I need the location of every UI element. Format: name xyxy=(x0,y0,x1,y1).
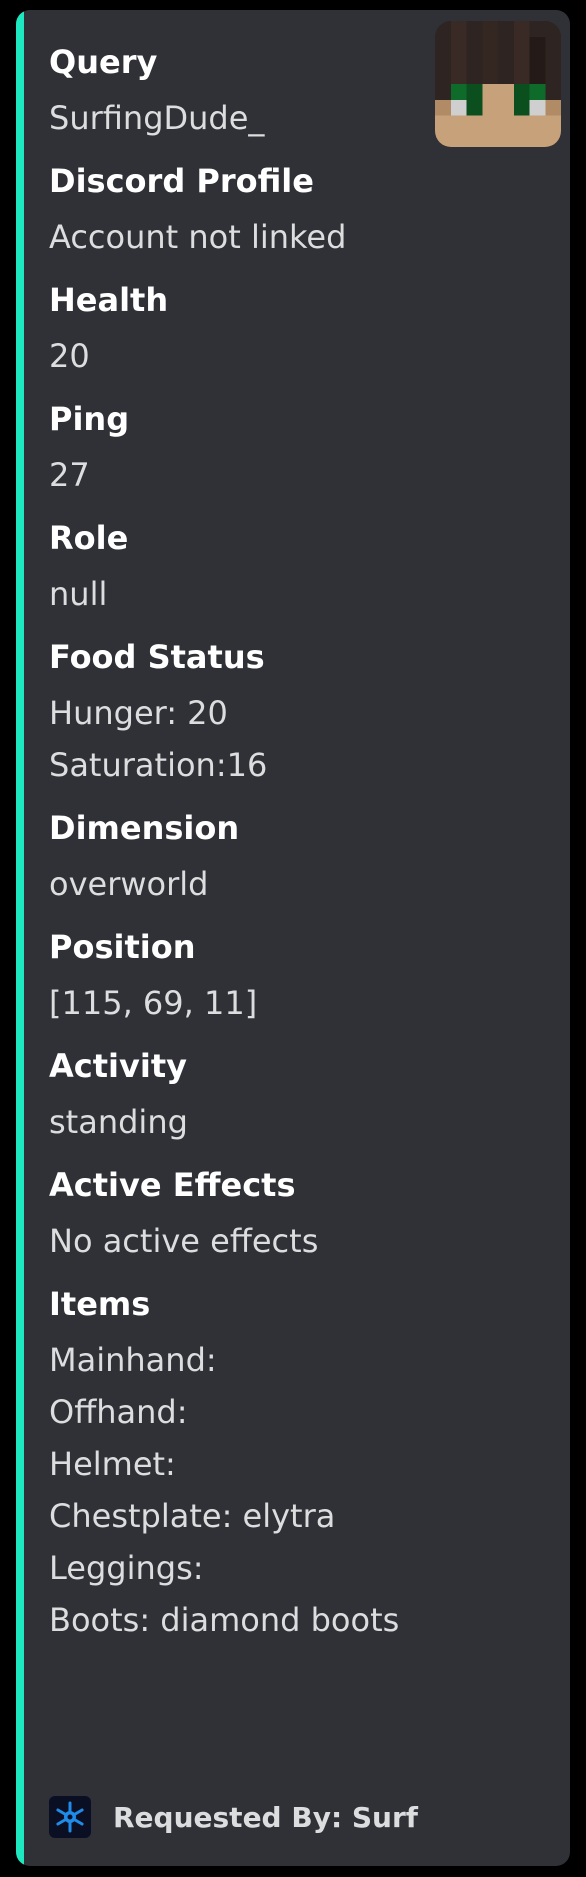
field-value-line: Helmet: xyxy=(49,1445,176,1483)
field-name: Position xyxy=(49,928,196,966)
field-value-line: SurfingDude_ xyxy=(49,99,265,137)
embed-field: Activity standing xyxy=(49,1044,469,1148)
field-value-line: Chestplate: elytra xyxy=(49,1497,336,1535)
embed-fields: Query SurfingDude_ Discord Profile Account … xyxy=(49,40,469,1661)
field-value: standing xyxy=(49,1096,469,1148)
field-name: Activity xyxy=(49,1047,187,1085)
field-name: Health xyxy=(49,281,169,319)
field-value-line: 20 xyxy=(49,337,90,375)
field-value-line: Boots: diamond boots xyxy=(49,1601,400,1639)
field-value: 27 xyxy=(49,449,469,501)
embed-field: Role null xyxy=(49,516,469,620)
embed-field: Food Status Hunger: 20 Saturation:16 xyxy=(49,635,469,791)
embed-field: Discord Profile Account not linked xyxy=(49,159,469,263)
field-value-line: standing xyxy=(49,1103,188,1141)
embed-field: Active Effects No active effects xyxy=(49,1163,469,1267)
field-name: Dimension xyxy=(49,809,240,847)
field-value: SurfingDude_ xyxy=(49,92,469,144)
field-value-line: No active effects xyxy=(49,1222,319,1260)
field-name: Food Status xyxy=(49,638,265,676)
player-info-embed: Query SurfingDude_ Discord Profile Account … xyxy=(16,10,570,1866)
field-value-line: 27 xyxy=(49,456,90,494)
field-value: null xyxy=(49,568,469,620)
embed-field: Health 20 xyxy=(49,278,469,382)
field-value-line: overworld xyxy=(49,865,209,903)
field-value-line: Hunger: 20 xyxy=(49,694,228,732)
field-value: 20 xyxy=(49,330,469,382)
field-name: Items xyxy=(49,1285,151,1323)
field-value-line: [115, 69, 11] xyxy=(49,984,258,1022)
field-name: Discord Profile xyxy=(49,162,314,200)
embed-field: Query SurfingDude_ xyxy=(49,40,469,144)
field-value-line: Offhand: xyxy=(49,1393,188,1431)
embed-field: Ping 27 xyxy=(49,397,469,501)
field-value-line: Saturation:16 xyxy=(49,746,268,784)
field-value: Mainhand: Offhand: Helmet: Chestplate: elyt… xyxy=(49,1334,469,1646)
embed-field: Dimension overworld xyxy=(49,806,469,910)
embed-field: Items Mainhand: Offhand: Helmet: Chestplate:… xyxy=(49,1282,469,1646)
embed-footer: Requested By: Surf xyxy=(49,1795,418,1839)
field-name: Ping xyxy=(49,400,130,438)
field-value-line: null xyxy=(49,575,108,613)
field-name: Active Effects xyxy=(49,1166,296,1204)
field-value-line: Mainhand: xyxy=(49,1341,217,1379)
field-name: Role xyxy=(49,519,129,557)
field-value-line: Leggings: xyxy=(49,1549,204,1587)
field-value-line: Account not linked xyxy=(49,218,347,256)
snowflake-icon xyxy=(49,1796,91,1838)
field-value: No active effects xyxy=(49,1215,469,1267)
field-value: Hunger: 20 Saturation:16 xyxy=(49,687,469,791)
field-value: overworld xyxy=(49,858,469,910)
field-value: [115, 69, 11] xyxy=(49,977,469,1029)
field-name: Query xyxy=(49,43,158,81)
footer-requested-by: Requested By: Surf xyxy=(113,1800,418,1834)
embed-field: Position [115, 69, 11] xyxy=(49,925,469,1029)
embed-accent-bar xyxy=(16,10,24,1866)
field-value: Account not linked xyxy=(49,211,469,263)
